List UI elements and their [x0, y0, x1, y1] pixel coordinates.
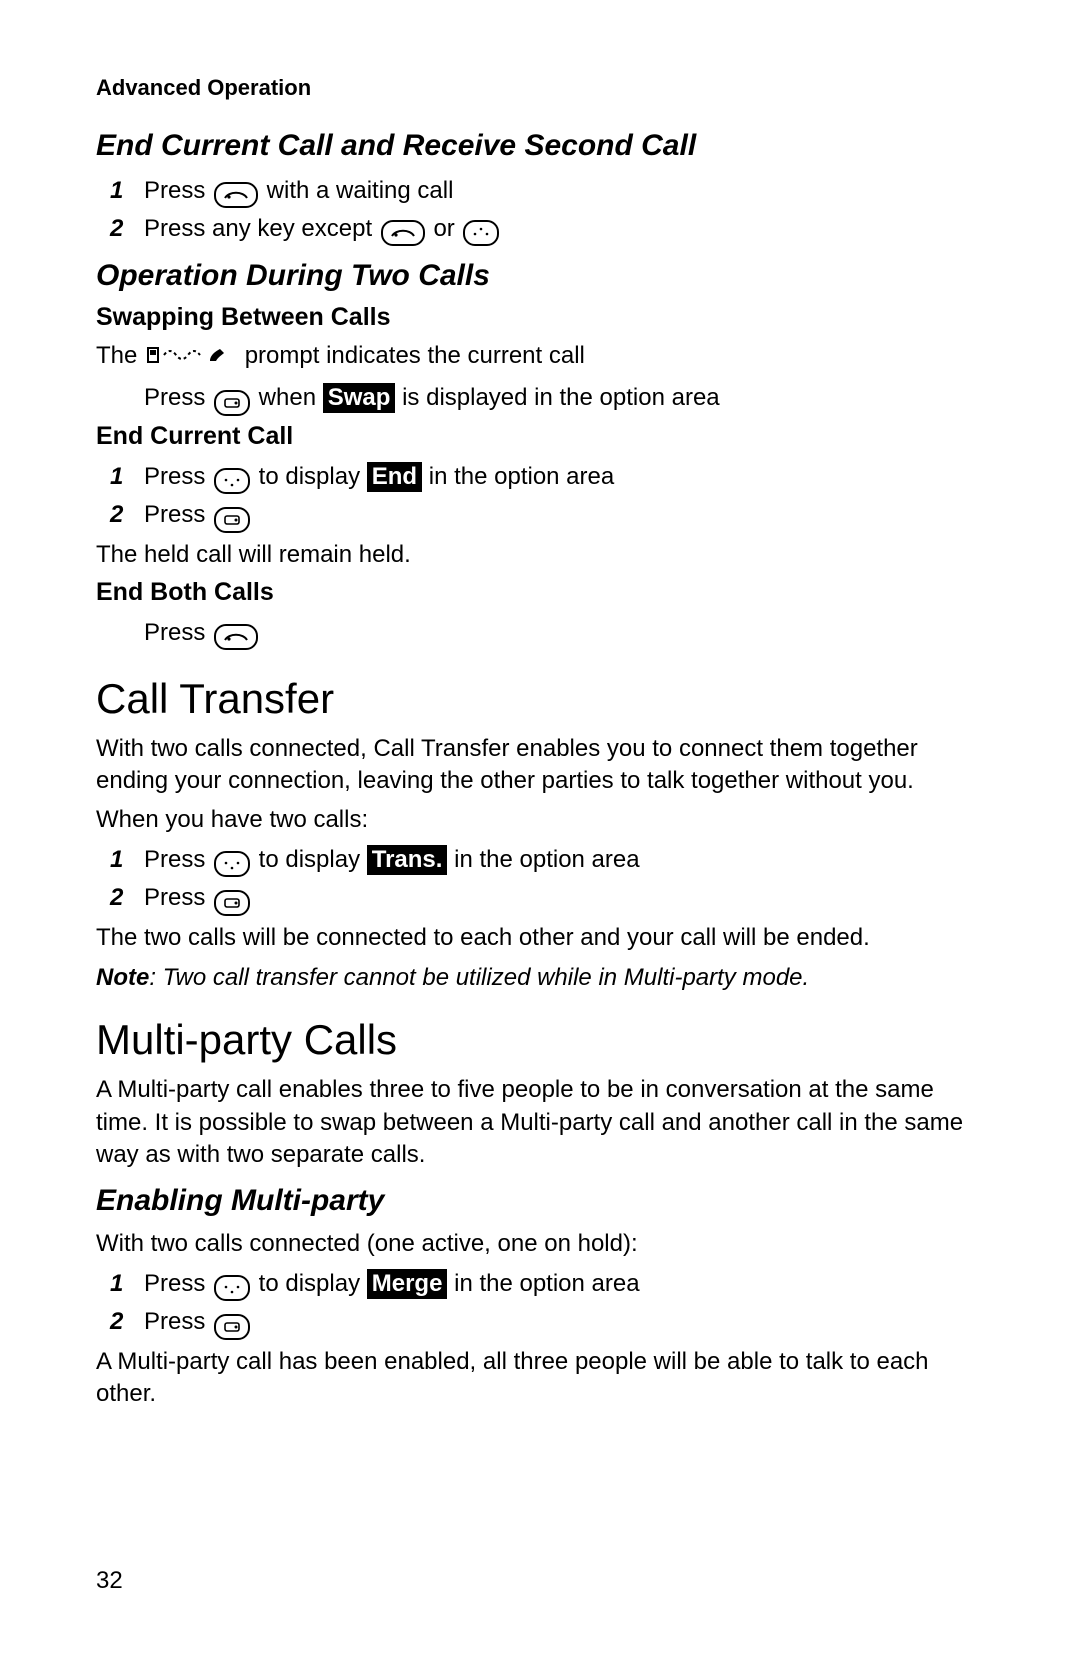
steps-enable-multi: 1 Press to display Merge in the option a… [96, 1266, 984, 1340]
select-key-icon [214, 507, 250, 533]
text-fragment: Press [144, 501, 212, 528]
enable-p2: A Multi-party call has been enabled, all… [96, 1346, 984, 1411]
step-text: with a waiting call [260, 177, 453, 204]
steps-end-current: 1 Press to display End in the option are… [96, 459, 984, 533]
text-fragment: in the option area [422, 463, 614, 490]
text-fragment: to display [252, 463, 367, 490]
step-item: 1 Press with a waiting call [96, 173, 984, 209]
step-number: 2 [110, 880, 123, 916]
step-item: 2 Press [96, 880, 984, 916]
end-both-line: Press [96, 615, 984, 651]
inverse-label: End [367, 462, 422, 492]
step-item: 1 Press to display Trans. in the option … [96, 842, 984, 878]
heading-call-transfer: Call Transfer [96, 675, 984, 723]
text-fragment: Press [144, 384, 212, 411]
swap-line1: The prompt indicates the current call [96, 340, 984, 374]
manual-page: Advanced Operation End Current Call and … [0, 0, 1080, 1667]
select-key-icon [214, 890, 250, 916]
enable-p1: With two calls connected (one active, on… [96, 1228, 984, 1260]
running-header: Advanced Operation [96, 75, 984, 101]
step-item: 2 Press any key except or [96, 211, 984, 247]
text-fragment: Press [144, 1308, 212, 1335]
heading-end-both: End Both Calls [96, 578, 984, 607]
inverse-label: Swap [323, 383, 396, 413]
text-fragment: to display [252, 1270, 367, 1297]
inverse-label: Trans. [367, 845, 448, 875]
note-text: : Two call transfer cannot be utilized w… [149, 964, 809, 991]
multi-p1: A Multi-party call enables three to five… [96, 1074, 984, 1171]
heading-two-calls: Operation During Two Calls [96, 259, 984, 293]
inverse-label: Merge [367, 1269, 448, 1299]
step-number: 2 [110, 497, 123, 533]
step-text: Press [144, 177, 212, 204]
select-key-icon [214, 1314, 250, 1340]
step-item: 2 Press [96, 497, 984, 533]
text-fragment: Press [144, 1270, 212, 1297]
heading-swap: Swapping Between Calls [96, 303, 984, 332]
transfer-note: Note: Two call transfer cannot be utiliz… [96, 964, 984, 992]
page-number: 32 [96, 1567, 123, 1595]
steps-end-and-receive: 1 Press with a waiting call 2 Press any … [96, 173, 984, 247]
end-key-icon [381, 220, 425, 246]
text-fragment: Press [144, 846, 212, 873]
end-current-after: The held call will remain held. [96, 539, 984, 571]
text-fragment: prompt indicates the current call [238, 342, 585, 369]
text-fragment: Press [144, 884, 212, 911]
text-fragment: to display [252, 846, 367, 873]
text-fragment: is displayed in the option area [395, 384, 719, 411]
step-text: Press any key except [144, 215, 379, 242]
heading-end-and-receive: End Current Call and Receive Second Call [96, 129, 984, 163]
text-fragment: The [96, 342, 144, 369]
step-number: 1 [110, 459, 123, 495]
step-text: or [427, 215, 462, 242]
end-key-icon [214, 182, 258, 208]
text-fragment: Press [144, 463, 212, 490]
call-indicator-icon [146, 342, 236, 374]
step-number: 1 [110, 842, 123, 878]
step-number: 2 [110, 1304, 123, 1340]
transfer-p3: The two calls will be connected to each … [96, 922, 984, 954]
step-number: 1 [110, 173, 123, 209]
transfer-p1: With two calls connected, Call Transfer … [96, 733, 984, 798]
heading-enable-multi: Enabling Multi-party [96, 1184, 984, 1218]
transfer-p2: When you have two calls: [96, 804, 984, 836]
note-label: Note [96, 964, 149, 991]
steps-transfer: 1 Press to display Trans. in the option … [96, 842, 984, 916]
heading-end-current: End Current Call [96, 422, 984, 451]
nav-key-icon [463, 220, 499, 246]
end-key-icon [214, 624, 258, 650]
step-item: 1 Press to display End in the option are… [96, 459, 984, 495]
swap-line2: Press when Swap is displayed in the opti… [96, 380, 984, 416]
nav-down-key-icon [214, 851, 250, 877]
text-fragment: in the option area [447, 846, 639, 873]
nav-down-key-icon [214, 1275, 250, 1301]
text-fragment: Press [144, 619, 212, 646]
step-item: 1 Press to display Merge in the option a… [96, 1266, 984, 1302]
select-key-icon [214, 390, 250, 416]
step-number: 1 [110, 1266, 123, 1302]
nav-down-key-icon [214, 468, 250, 494]
text-fragment: in the option area [447, 1270, 639, 1297]
heading-multiparty: Multi-party Calls [96, 1016, 984, 1064]
step-number: 2 [110, 211, 123, 247]
text-fragment: when [252, 384, 323, 411]
step-item: 2 Press [96, 1304, 984, 1340]
